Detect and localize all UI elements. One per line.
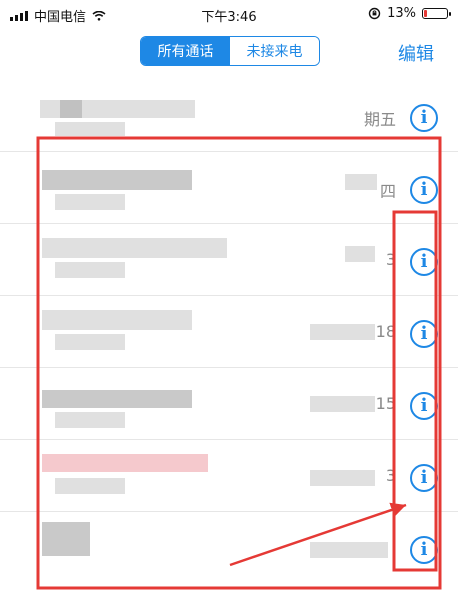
info-icon[interactable]: i xyxy=(410,392,438,420)
info-icon[interactable]: i xyxy=(410,248,438,276)
call-row[interactable]: i xyxy=(0,514,458,584)
edit-button[interactable]: 编辑 xyxy=(398,40,434,66)
info-icon[interactable]: i xyxy=(410,464,438,492)
battery-percent: 13% xyxy=(387,6,416,21)
call-date: 期五 xyxy=(363,110,396,129)
call-filter-segmented-control[interactable]: 所有通话 未接来电 xyxy=(140,36,320,66)
orientation-lock-icon xyxy=(368,7,381,20)
recent-calls-list[interactable]: 期五 i 四 i 3 i 18 i 15 i 3 i i xyxy=(0,82,458,600)
info-icon[interactable]: i xyxy=(410,320,438,348)
call-row[interactable]: 18 i xyxy=(0,298,458,368)
battery-fill xyxy=(424,10,427,17)
info-icon[interactable]: i xyxy=(410,104,438,132)
call-row[interactable]: 15 i xyxy=(0,370,458,440)
call-row[interactable]: 四 i xyxy=(0,154,458,224)
battery-icon xyxy=(422,8,451,19)
nav-bar: 所有通话 未接来电 编辑 xyxy=(0,28,458,76)
call-date: 15 xyxy=(375,394,396,413)
call-row[interactable]: 3 i xyxy=(0,442,458,512)
tab-all-calls[interactable]: 所有通话 xyxy=(141,37,230,65)
call-date: 3 xyxy=(385,250,396,269)
info-icon[interactable]: i xyxy=(410,536,438,564)
status-right: 13% xyxy=(368,6,451,21)
call-row[interactable]: 3 i xyxy=(0,226,458,296)
call-date: 3 xyxy=(385,466,396,485)
info-icon[interactable]: i xyxy=(410,176,438,204)
call-date: 四 xyxy=(379,182,396,201)
call-date: 18 xyxy=(375,322,396,341)
status-bar: 中国电信 下午3:46 13% xyxy=(0,0,458,30)
tab-missed-calls[interactable]: 未接来电 xyxy=(230,37,319,65)
call-row[interactable]: 期五 i xyxy=(0,82,458,152)
